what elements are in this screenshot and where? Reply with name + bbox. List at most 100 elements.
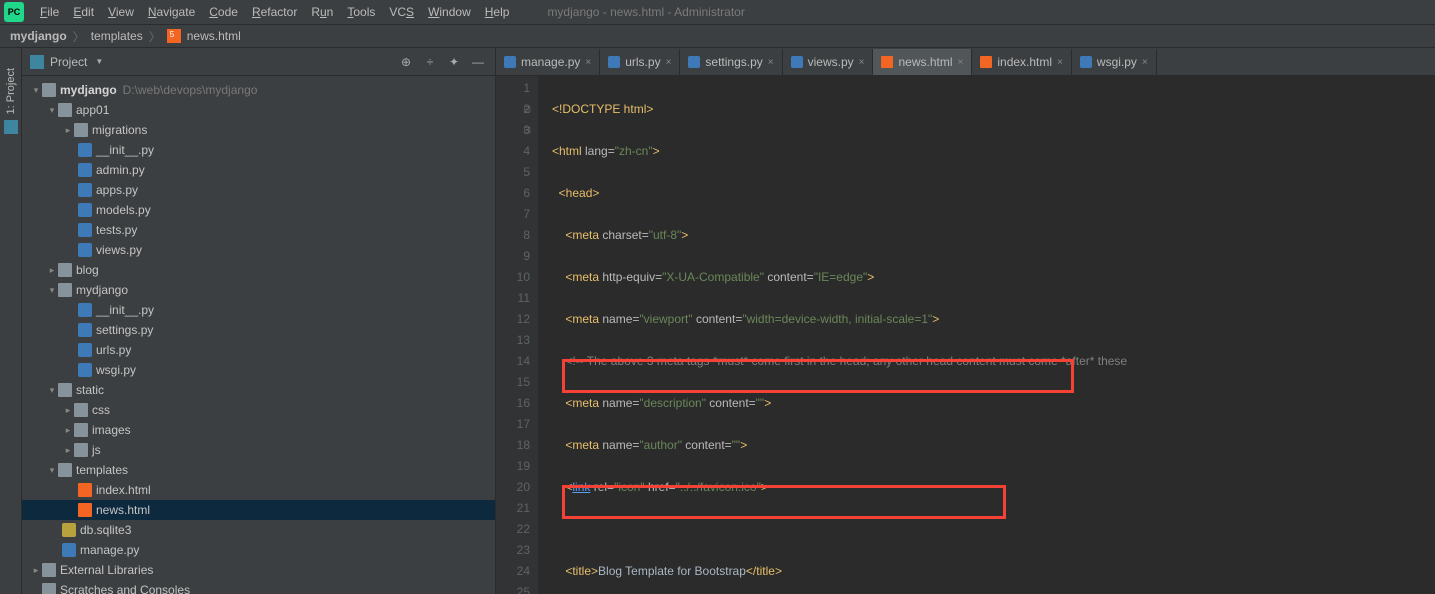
folder-icon <box>74 403 88 417</box>
close-icon[interactable]: × <box>1057 57 1063 68</box>
close-icon[interactable]: × <box>585 57 591 68</box>
tree-item[interactable]: settings.py <box>22 320 495 340</box>
tree-item[interactable]: ▾mydjango <box>22 280 495 300</box>
tree-item[interactable]: ▾app01 <box>22 100 495 120</box>
code-editor[interactable]: <!DOCTYPE html> <html lang="zh-cn"> <hea… <box>538 76 1435 594</box>
line-number[interactable]: 9 <box>496 246 530 267</box>
tree-item[interactable]: views.py <box>22 240 495 260</box>
menu-refactor[interactable]: Refactor <box>246 3 303 21</box>
line-number[interactable]: 21 <box>496 498 530 519</box>
line-number[interactable]: 13 <box>496 330 530 351</box>
tab-views-py[interactable]: views.py× <box>783 49 874 75</box>
sidebar-title[interactable]: Project <box>50 55 87 69</box>
tree-item[interactable]: wsgi.py <box>22 360 495 380</box>
tree-item[interactable]: __init__.py <box>22 300 495 320</box>
lib-icon <box>42 563 56 577</box>
breadcrumb-folder[interactable]: templates <box>91 29 143 43</box>
tree-item[interactable]: ▸images <box>22 420 495 440</box>
line-number[interactable]: 17 <box>496 414 530 435</box>
line-number[interactable]: 14 <box>496 351 530 372</box>
tab-wsgi-py[interactable]: wsgi.py× <box>1072 49 1157 75</box>
tree-item[interactable]: admin.py <box>22 160 495 180</box>
project-tree[interactable]: ▾mydjangoD:\web\devops\mydjango ▾app01 ▸… <box>22 76 495 594</box>
code-area[interactable]: 12⊟3⊟45678910111213141516171819202122232… <box>496 76 1435 594</box>
py-file-icon <box>608 56 620 68</box>
tab-news-html[interactable]: news.html× <box>873 49 972 75</box>
line-number[interactable]: 20 <box>496 477 530 498</box>
menu-code[interactable]: Code <box>203 3 244 21</box>
close-icon[interactable]: × <box>958 57 964 68</box>
line-number[interactable]: 18 <box>496 435 530 456</box>
project-tool-button[interactable]: 1: Project <box>5 68 17 114</box>
tree-root[interactable]: ▾mydjangoD:\web\devops\mydjango <box>22 80 495 100</box>
tree-item[interactable]: models.py <box>22 200 495 220</box>
tab-label: urls.py <box>625 55 660 69</box>
close-icon[interactable]: × <box>1142 57 1148 68</box>
html-file-icon <box>78 503 92 517</box>
folder-icon <box>58 103 72 117</box>
line-number[interactable]: 15 <box>496 372 530 393</box>
tree-item[interactable]: ▸External Libraries <box>22 560 495 580</box>
tree-item[interactable]: db.sqlite3 <box>22 520 495 540</box>
line-number[interactable]: 7 <box>496 204 530 225</box>
line-number[interactable]: 5 <box>496 162 530 183</box>
tree-item[interactable]: ▸blog <box>22 260 495 280</box>
tree-item[interactable]: manage.py <box>22 540 495 560</box>
hide-icon[interactable]: — <box>469 53 487 71</box>
menu-vcs[interactable]: VCS <box>383 3 420 21</box>
close-icon[interactable]: × <box>768 57 774 68</box>
folder-icon <box>58 283 72 297</box>
tree-item[interactable]: index.html <box>22 480 495 500</box>
tab-urls-py[interactable]: urls.py × <box>600 49 680 75</box>
tree-item[interactable]: ▾templates <box>22 460 495 480</box>
line-number[interactable]: 3⊟ <box>496 120 530 141</box>
menu-file[interactable]: File <box>34 3 65 21</box>
tree-item[interactable]: tests.py <box>22 220 495 240</box>
tab-settings-py[interactable]: settings.py× <box>680 49 782 75</box>
menu-view[interactable]: View <box>102 3 140 21</box>
tree-item[interactable]: __init__.py <box>22 140 495 160</box>
dropdown-icon[interactable]: ▼ <box>95 57 103 66</box>
line-number[interactable]: 11 <box>496 288 530 309</box>
tree-item[interactable]: ▸js <box>22 440 495 460</box>
line-number[interactable]: 6 <box>496 183 530 204</box>
tree-item[interactable]: urls.py <box>22 340 495 360</box>
tab-index-html[interactable]: index.html× <box>972 49 1072 75</box>
line-number[interactable]: 25 <box>496 582 530 594</box>
close-icon[interactable]: × <box>666 57 672 68</box>
menu-window[interactable]: Window <box>422 3 477 21</box>
line-number[interactable]: 24 <box>496 561 530 582</box>
menu-run[interactable]: Run <box>305 3 339 21</box>
breadcrumb-project[interactable]: mydjango <box>10 29 67 43</box>
line-number[interactable]: 19 <box>496 456 530 477</box>
tree-item[interactable]: ▸migrations <box>22 120 495 140</box>
line-number[interactable]: 16 <box>496 393 530 414</box>
line-number[interactable]: 1 <box>496 78 530 99</box>
menu-navigate[interactable]: Navigate <box>142 3 201 21</box>
tree-item[interactable]: apps.py <box>22 180 495 200</box>
settings-icon[interactable]: ✦ <box>445 53 463 71</box>
tree-item[interactable]: ▾static <box>22 380 495 400</box>
line-number[interactable]: 22 <box>496 519 530 540</box>
python-file-icon <box>78 343 92 357</box>
line-number[interactable]: 12 <box>496 309 530 330</box>
tree-item[interactable]: Scratches and Consoles <box>22 580 495 594</box>
menu-edit[interactable]: Edit <box>67 3 100 21</box>
breadcrumb-file[interactable]: news.html <box>187 29 241 43</box>
line-number[interactable]: 10 <box>496 267 530 288</box>
tree-item[interactable]: ▸css <box>22 400 495 420</box>
close-icon[interactable]: × <box>859 57 865 68</box>
line-number[interactable]: 23 <box>496 540 530 561</box>
locate-icon[interactable]: ⊕ <box>397 53 415 71</box>
tab-manage-py[interactable]: manage.py× <box>496 49 600 75</box>
tree-item-selected[interactable]: news.html <box>22 500 495 520</box>
structure-tool-icon[interactable] <box>4 120 18 134</box>
line-gutter[interactable]: 12⊟3⊟45678910111213141516171819202122232… <box>496 76 538 594</box>
scratch-icon <box>42 583 56 594</box>
line-number[interactable]: 8 <box>496 225 530 246</box>
collapse-icon[interactable]: ÷ <box>421 53 439 71</box>
line-number[interactable]: 2⊟ <box>496 99 530 120</box>
menu-help[interactable]: Help <box>479 3 516 21</box>
line-number[interactable]: 4 <box>496 141 530 162</box>
menu-tools[interactable]: Tools <box>341 3 381 21</box>
